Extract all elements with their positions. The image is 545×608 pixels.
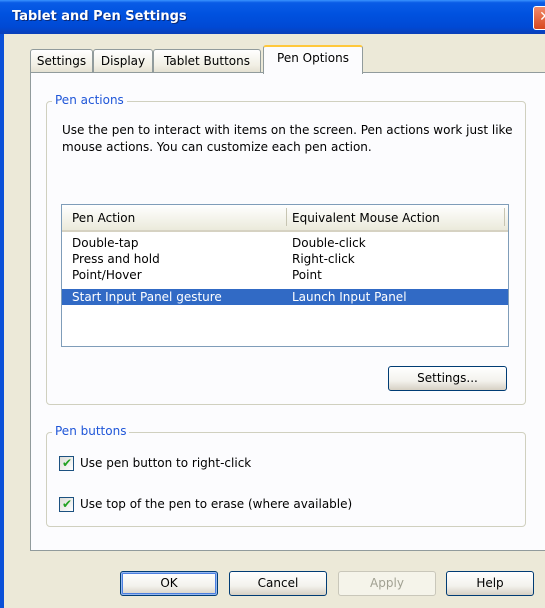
window-title: Tablet and Pen Settings (12, 9, 187, 24)
column-pen-action[interactable]: Pen Action (72, 211, 135, 225)
help-button[interactable]: Help (446, 571, 534, 596)
mouse-action-cell: Double-click (292, 236, 366, 250)
column-mouse-action[interactable]: Equivalent Mouse Action (292, 211, 440, 225)
pen-action-cell: Start Input Panel gesture (72, 290, 222, 304)
mouse-action-cell: Point (292, 268, 322, 282)
close-icon[interactable]: ✕ (533, 6, 545, 30)
window-frame-left (0, 34, 4, 608)
checkmark-icon: ✔ (62, 497, 73, 511)
pen-action-cell: Point/Hover (72, 268, 142, 282)
list-item[interactable]: Point/Hover Point (62, 267, 508, 283)
column-divider[interactable] (504, 208, 505, 226)
pen-action-cell: Press and hold (72, 252, 160, 266)
ok-button[interactable]: OK (120, 571, 218, 596)
tab-pen-options[interactable]: Pen Options (263, 45, 363, 74)
right-click-label[interactable]: Use pen button to right-click (80, 456, 251, 471)
pen-buttons-group-label: Pen buttons (52, 424, 130, 438)
erase-checkbox[interactable]: ✔ (59, 497, 74, 512)
erase-label[interactable]: Use top of the pen to erase (where avail… (80, 497, 352, 512)
tab-tablet-buttons[interactable]: Tablet Buttons (153, 49, 261, 72)
pen-action-cell: Double-tap (72, 236, 139, 250)
right-click-option[interactable]: ✔ Use pen button to right-click (59, 456, 319, 472)
title-bar[interactable]: Tablet and Pen Settings ✕ (0, 0, 545, 34)
tablet-pen-settings-dialog: Tablet and Pen Settings ✕ Settings Displ… (0, 0, 545, 608)
apply-button[interactable]: Apply (338, 571, 436, 596)
list-item[interactable]: Double-tap Double-click (62, 235, 508, 251)
mouse-action-cell: Right-click (292, 252, 355, 266)
column-divider[interactable] (286, 208, 287, 226)
erase-option[interactable]: ✔ Use top of the pen to erase (where ava… (59, 497, 389, 513)
list-item[interactable]: Press and hold Right-click (62, 251, 508, 267)
pen-actions-group-label: Pen actions (52, 93, 127, 107)
cancel-button[interactable]: Cancel (229, 571, 327, 596)
settings-button[interactable]: Settings... (388, 366, 507, 391)
mouse-action-cell: Launch Input Panel (292, 290, 407, 304)
tab-display[interactable]: Display (93, 49, 153, 72)
list-header: Pen Action Equivalent Mouse Action (62, 205, 508, 232)
checkmark-icon: ✔ (62, 456, 73, 470)
pen-actions-description: Use the pen to interact with items on th… (62, 123, 513, 154)
list-item-selected[interactable]: Start Input Panel gesture Launch Input P… (62, 289, 508, 305)
tab-settings[interactable]: Settings (30, 49, 93, 72)
pen-actions-list[interactable]: Pen Action Equivalent Mouse Action Doubl… (61, 204, 509, 347)
right-click-checkbox[interactable]: ✔ (59, 456, 74, 471)
